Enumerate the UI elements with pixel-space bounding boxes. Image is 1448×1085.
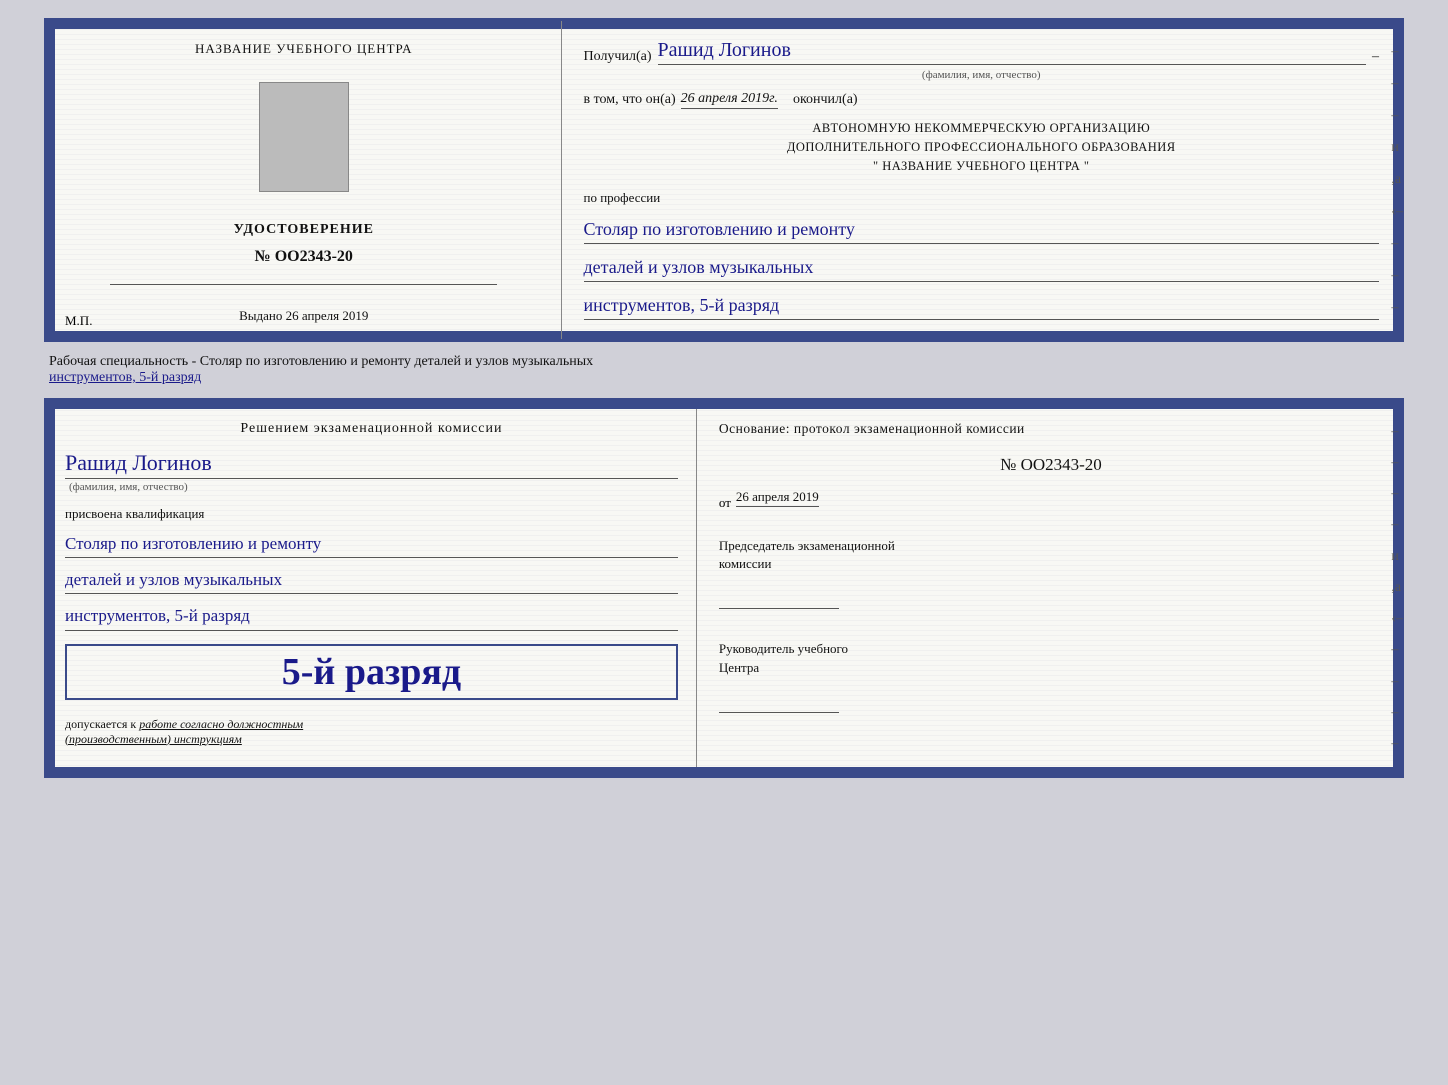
profession-line1: Столяр по изготовлению и ремонту — [584, 216, 1379, 244]
ot-date-inner: 26 апреля 2019 — [736, 489, 819, 507]
chairman-label: Председатель экзаменационной комиссии — [719, 537, 1383, 573]
osnovanie-label: Основание: протокол экзаменационной коми… — [719, 421, 1383, 437]
dash-right: – — [1372, 49, 1379, 65]
chairman-line1: Председатель экзаменационной — [719, 538, 895, 553]
org-line3: " НАЗВАНИЕ УЧЕБНОГО ЦЕНТРА " — [584, 157, 1379, 176]
cover-left-panel: НАЗВАНИЕ УЧЕБНОГО ЦЕНТРА УДОСТОВЕРЕНИЕ №… — [47, 21, 562, 339]
cover-line-1 — [110, 284, 497, 285]
side-dashes-inner-right: ––––и,а‹––––– — [1391, 401, 1403, 775]
po-professii-label: по профессии — [584, 190, 1379, 206]
document-container: НАЗВАНИЕ УЧЕБНОГО ЦЕНТРА УДОСТОВЕРЕНИЕ №… — [44, 18, 1404, 778]
cover-right-panel: Получил(а) Рашид Логинов – (фамилия, имя… — [562, 21, 1401, 339]
chairman-line2: комиссии — [719, 556, 772, 571]
side-dashes-right: –––и,а‹–––– — [1391, 21, 1403, 339]
photo-placeholder — [259, 82, 349, 192]
recipient-name-top: Рашид Логинов — [658, 39, 1366, 65]
inner-left-panel: Решением экзаменационной комиссии Рашид … — [47, 401, 697, 775]
school-name-top: НАЗВАНИЕ УЧЕБНОГО ЦЕНТРА — [195, 41, 412, 57]
qualification-line1: Столяр по изготовлению и ремонту — [65, 530, 678, 558]
qualification-line3: инструментов, 5-й разряд — [65, 602, 678, 630]
vtom-row: в том, что он(а) 26 апреля 2019г. окончи… — [584, 91, 1379, 109]
protocol-number-inner: № OO2343-20 — [719, 455, 1383, 475]
vydano-prefix: Выдано — [239, 308, 282, 323]
fio-label-top: (фамилия, имя, отчество) — [584, 69, 1379, 81]
org-block: АВТОНОМНУЮ НЕКОММЕРЧЕСКУЮ ОРГАНИЗАЦИЮ ДО… — [584, 119, 1379, 175]
vtom-prefix: в том, что он(а) — [584, 92, 676, 108]
cert-number-top: № OO2343-20 — [255, 248, 353, 266]
specialty-bar: Рабочая специальность - Столяр по изгото… — [44, 350, 1404, 390]
razryad-big-badge: 5-й разряд — [65, 644, 678, 700]
poluchil-row: Получил(а) Рашид Логинов – — [584, 39, 1379, 65]
applicant-name-inner: Рашид Логинов — [65, 450, 678, 479]
dopuskaetsya-prefix: допускается к — [65, 717, 136, 731]
vydano-row: Выдано 26 апреля 2019 — [239, 308, 368, 324]
qualification-line2: деталей и узлов музыкальных — [65, 566, 678, 594]
diploma-inner: Решением экзаменационной комиссии Рашид … — [44, 398, 1404, 778]
udostoverenie-label: УДОСТОВЕРЕНИЕ — [234, 222, 374, 238]
org-line1: АВТОНОМНУЮ НЕКОММЕРЧЕСКУЮ ОРГАНИЗАЦИЮ — [584, 119, 1379, 138]
specialty-prefix: Рабочая специальность - Столяр по изгото… — [49, 354, 593, 369]
dopuskaetsya-italic1: работе согласно должностным — [139, 717, 303, 731]
rukovoditel-sign-line — [719, 693, 839, 713]
rukovoditel-line1: Руководитель учебного — [719, 641, 848, 656]
chairman-sign-line — [719, 589, 839, 609]
prisvoena-label: присвоена квалификация — [65, 506, 678, 522]
mp-label: М.П. — [65, 313, 92, 329]
profession-line3: инструментов, 5-й разряд — [584, 292, 1379, 320]
specialty-underline: инструментов, 5-й разряд — [49, 370, 201, 385]
decision-title: Решением экзаменационной комиссии — [65, 421, 678, 437]
okonchil-label: окончил(а) — [793, 92, 858, 108]
dopuskaetsya-italic2: (производственным) инструкциям — [65, 732, 242, 746]
profession-line2: деталей и узлов музыкальных — [584, 254, 1379, 282]
vydano-date: 26 апреля 2019 — [286, 308, 369, 323]
poluchil-prefix: Получил(а) — [584, 49, 652, 65]
ot-prefix: от — [719, 495, 731, 511]
ot-row: от 26 апреля 2019 — [719, 489, 1383, 517]
vtom-date: 26 апреля 2019г. — [681, 91, 778, 109]
dopuskaetsya-row: допускается к работе согласно должностны… — [65, 717, 678, 747]
org-line2: ДОПОЛНИТЕЛЬНОГО ПРОФЕССИОНАЛЬНОГО ОБРАЗО… — [584, 138, 1379, 157]
diploma-cover: НАЗВАНИЕ УЧЕБНОГО ЦЕНТРА УДОСТОВЕРЕНИЕ №… — [44, 18, 1404, 342]
inner-right-panel: Основание: протокол экзаменационной коми… — [697, 401, 1401, 775]
rukovoditel-label: Руководитель учебного Центра — [719, 640, 1383, 676]
rukovoditel-line2: Центра — [719, 660, 759, 675]
fio-label-inner: (фамилия, имя, отчество) — [69, 481, 678, 493]
